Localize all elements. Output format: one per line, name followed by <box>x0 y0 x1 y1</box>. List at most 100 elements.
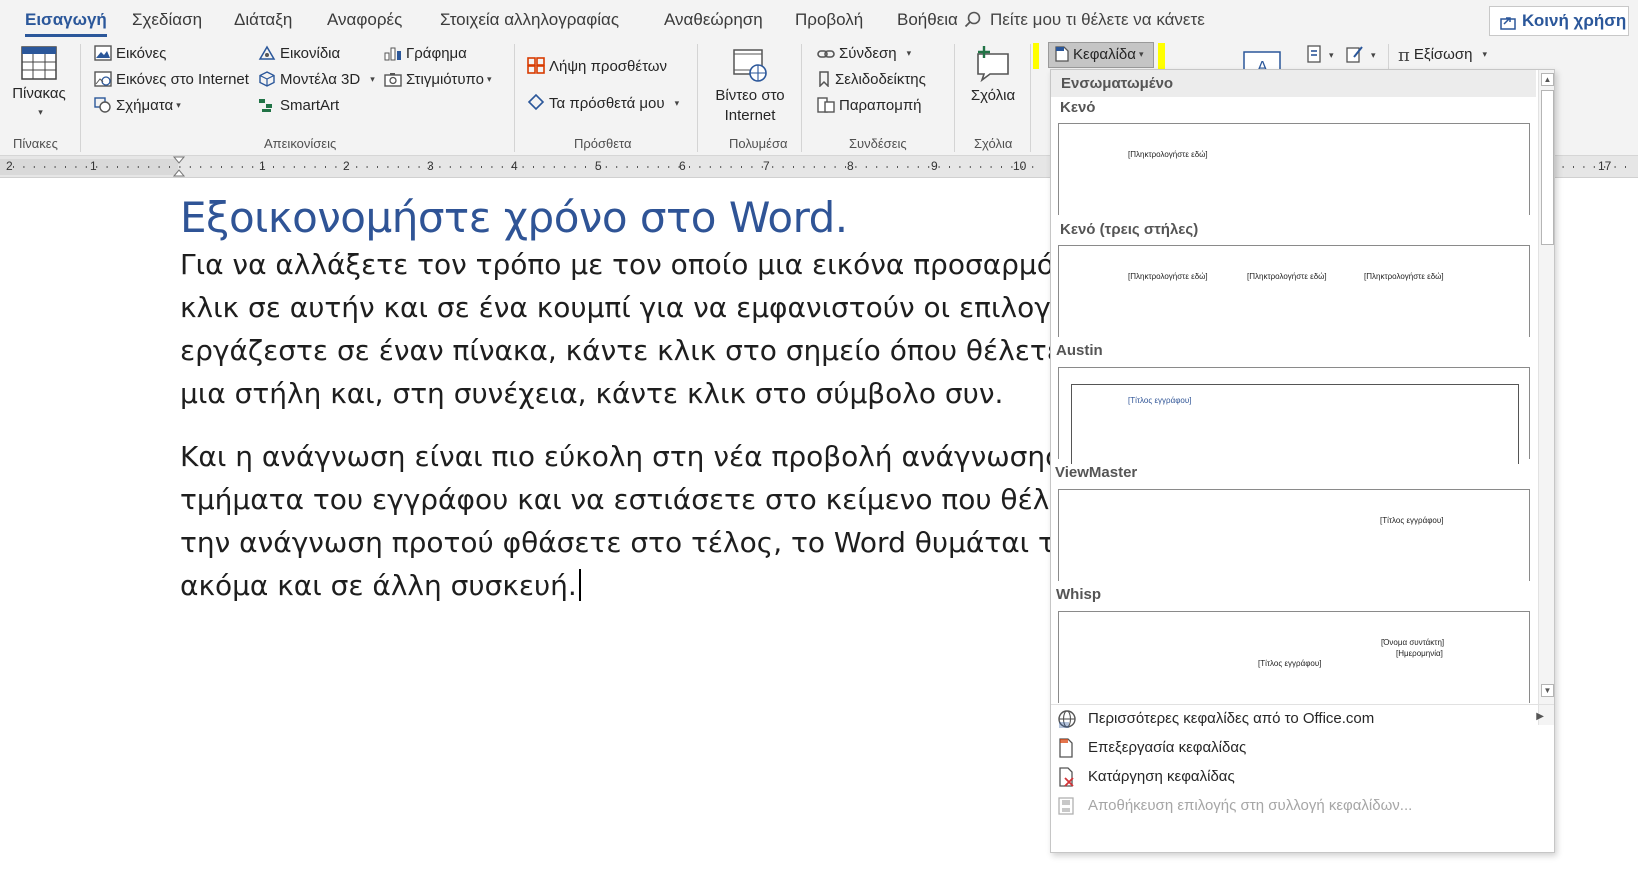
edit-header-icon <box>1059 738 1073 758</box>
tab-design[interactable]: Σχεδίαση <box>132 10 202 30</box>
shapes-button[interactable]: Σχήματα ▾ <box>94 97 181 114</box>
text-line: Για να αλλάξετε τον τρόπο με τον οποίο μ… <box>180 248 1120 281</box>
screenshot-button[interactable]: Στιγμιότυπο ▾ <box>384 71 492 88</box>
gallery-item-blank[interactable]: [Πληκτρολογήστε εδώ] <box>1058 123 1530 215</box>
gallery-item-blank-three-columns[interactable]: [Πληκτρολογήστε εδώ] [Πληκτρολογήστε εδώ… <box>1058 245 1530 337</box>
equation-label: Εξίσωση <box>1413 46 1473 63</box>
gallery-item-austin[interactable]: [Τίτλος εγγράφου] <box>1058 367 1530 464</box>
placeholder-text: [Τίτλος εγγράφου] <box>1128 396 1192 405</box>
bookmark-button[interactable]: Σελιδοδείκτης <box>817 71 926 88</box>
online-picture-icon <box>94 71 112 87</box>
table-label: Πίνακας <box>12 85 66 102</box>
text-line: εργάζεστε σε έναν πίνακα, κάντε κλικ στο… <box>180 334 1105 367</box>
icons-button[interactable]: Εικονίδια <box>258 45 340 62</box>
remove-header-icon <box>1059 767 1074 787</box>
ruler-number: 2 <box>343 159 350 173</box>
header-gallery-dropdown: Ενσωματωμένο Κενό [Πληκτρολογήστε εδώ] Κ… <box>1050 69 1555 853</box>
ruler-number: 8 <box>847 159 854 173</box>
scrollbar-thumb[interactable] <box>1541 90 1554 245</box>
chevron-down-icon: ▾ <box>370 74 375 84</box>
chevron-down-icon: ▾ <box>1371 50 1376 60</box>
scroll-up-icon[interactable]: ▲ <box>1541 73 1554 86</box>
table-button[interactable]: Πίνακας ▾ <box>6 46 72 121</box>
group-label-illustrations: Απεικονίσεις <box>264 136 337 151</box>
group-separator <box>697 44 698 152</box>
video-icon <box>733 49 767 82</box>
group-label-tables: Πίνακες <box>13 136 58 151</box>
tab-view[interactable]: Προβολή <box>795 10 863 30</box>
cross-reference-label: Παραπομπή <box>839 97 922 114</box>
placeholder-text: [Τίτλος εγγράφου] <box>1380 516 1444 525</box>
link-icon <box>817 50 835 58</box>
paragraph-2: Και η ανάγνωση είναι πιο εύκολη στη νέα … <box>180 435 1116 607</box>
group-separator <box>954 44 955 152</box>
quick-parts-button[interactable]: ▾ <box>1306 45 1334 64</box>
get-addins-button[interactable]: Λήψη προσθέτων <box>527 56 667 75</box>
bookmark-icon <box>819 71 829 87</box>
tab-layout[interactable]: Διάταξη <box>234 10 292 30</box>
3d-models-label: Μοντέλα 3D <box>280 71 361 88</box>
online-video-button[interactable]: Βίντεο στο Internet <box>707 48 793 126</box>
tell-me-search[interactable]: Πείτε μου τι θέλετε να κάνετε <box>964 10 1205 30</box>
picture-icon <box>94 45 112 61</box>
gallery-scrollbar[interactable]: ▲ ▼ <box>1538 70 1554 725</box>
comment-icon <box>977 46 1009 83</box>
tab-mailings[interactable]: Στοιχεία αλληλογραφίας <box>440 10 619 30</box>
icons-label: Εικονίδια <box>280 45 341 62</box>
save-selection-menu-item: Αποθήκευση επιλογής στη συλλογή κεφαλίδω… <box>1051 791 1554 821</box>
pictures-label: Εικόνες <box>116 45 167 62</box>
ruler-number: 6 <box>679 159 686 173</box>
chart-label: Γράφημα <box>406 45 467 62</box>
chart-button[interactable]: Γράφημα <box>384 45 467 62</box>
tab-help[interactable]: Βοήθεια <box>897 10 958 30</box>
share-label: Κοινή χρήση <box>1522 11 1627 30</box>
header-icon <box>1055 46 1069 62</box>
chevron-down-icon: ▾ <box>1138 49 1144 59</box>
comment-button[interactable]: Σχόλια <box>962 44 1024 106</box>
equation-button[interactable]: π Εξίσωση ▾ <box>1398 45 1487 66</box>
tab-insert[interactable]: Εισαγωγή <box>25 10 107 37</box>
group-separator <box>80 44 81 152</box>
ruler-number: 9 <box>931 159 938 173</box>
share-icon <box>1500 17 1516 30</box>
ruler-number: 10 <box>1013 159 1027 173</box>
link-button[interactable]: Σύνδεση ▾ <box>817 45 911 62</box>
edit-header-menu-item[interactable]: Επεξεργασία κεφαλίδας <box>1051 733 1554 763</box>
header-button[interactable]: Κεφαλίδα ▾ <box>1048 42 1154 68</box>
gallery-section-header: Ενσωματωμένο <box>1051 70 1536 97</box>
chevron-down-icon: ▾ <box>674 98 680 108</box>
text-line: μια στήλη και, στη συνέχεια, κάντε κλικ … <box>180 377 1004 410</box>
text-line: ακόμα και σε άλλη συσκευή. <box>180 569 577 602</box>
chevron-right-icon: ▶ <box>1536 711 1544 722</box>
share-button[interactable]: Κοινή χρήση <box>1489 6 1629 36</box>
group-separator <box>514 44 515 152</box>
scroll-down-icon[interactable]: ▼ <box>1541 684 1554 697</box>
gallery-item-viewmaster[interactable]: [Τίτλος εγγράφου] <box>1058 489 1530 581</box>
camera-icon <box>384 73 402 87</box>
remove-header-label: Κατάργηση κεφαλίδας <box>1088 768 1235 785</box>
edit-header-label: Επεξεργασία κεφαλίδας <box>1088 739 1247 756</box>
save-selection-label: Αποθήκευση επιλογής στη συλλογή κεφαλίδω… <box>1088 797 1413 814</box>
online-pictures-button[interactable]: Εικόνες στο Internet <box>94 71 249 88</box>
remove-header-menu-item[interactable]: Κατάργηση κεφαλίδας <box>1051 762 1554 792</box>
paragraph-1: Για να αλλάξετε τον τρόπο με τον οποίο μ… <box>180 243 1120 415</box>
gallery-item-label: Austin <box>1056 342 1103 359</box>
cross-reference-icon <box>817 97 835 113</box>
tab-references[interactable]: Αναφορές <box>327 10 402 30</box>
more-headers-menu-item[interactable]: Περισσότερες κεφαλίδες από το Office.com… <box>1051 704 1554 734</box>
gallery-item-whisp[interactable]: [Όνομα συντάκτη] [Ημερομηνία] [Τίτλος εγ… <box>1058 611 1530 703</box>
bookmark-label: Σελιδοδείκτης <box>835 71 926 88</box>
group-label-links: Συνδέσεις <box>849 136 907 151</box>
tab-review[interactable]: Αναθεώρηση <box>664 10 763 30</box>
online-pictures-label: Εικόνες στο Internet <box>116 71 249 88</box>
pictures-button[interactable]: Εικόνες <box>94 45 166 62</box>
addin-icon <box>527 93 545 111</box>
my-addins-button[interactable]: Τα πρόσθετά μου ▾ <box>527 93 679 112</box>
cross-reference-button[interactable]: Παραπομπή <box>817 97 922 114</box>
smartart-button[interactable]: SmartArt <box>258 97 339 114</box>
group-label-comments: Σχόλια <box>974 136 1013 151</box>
placeholder-text: [Πληκτρολογήστε εδώ] <box>1247 272 1327 281</box>
3d-models-button[interactable]: Μοντέλα 3D ▾ <box>258 71 375 88</box>
signature-line-button[interactable]: ▾ <box>1346 45 1376 64</box>
shapes-icon <box>94 97 111 113</box>
